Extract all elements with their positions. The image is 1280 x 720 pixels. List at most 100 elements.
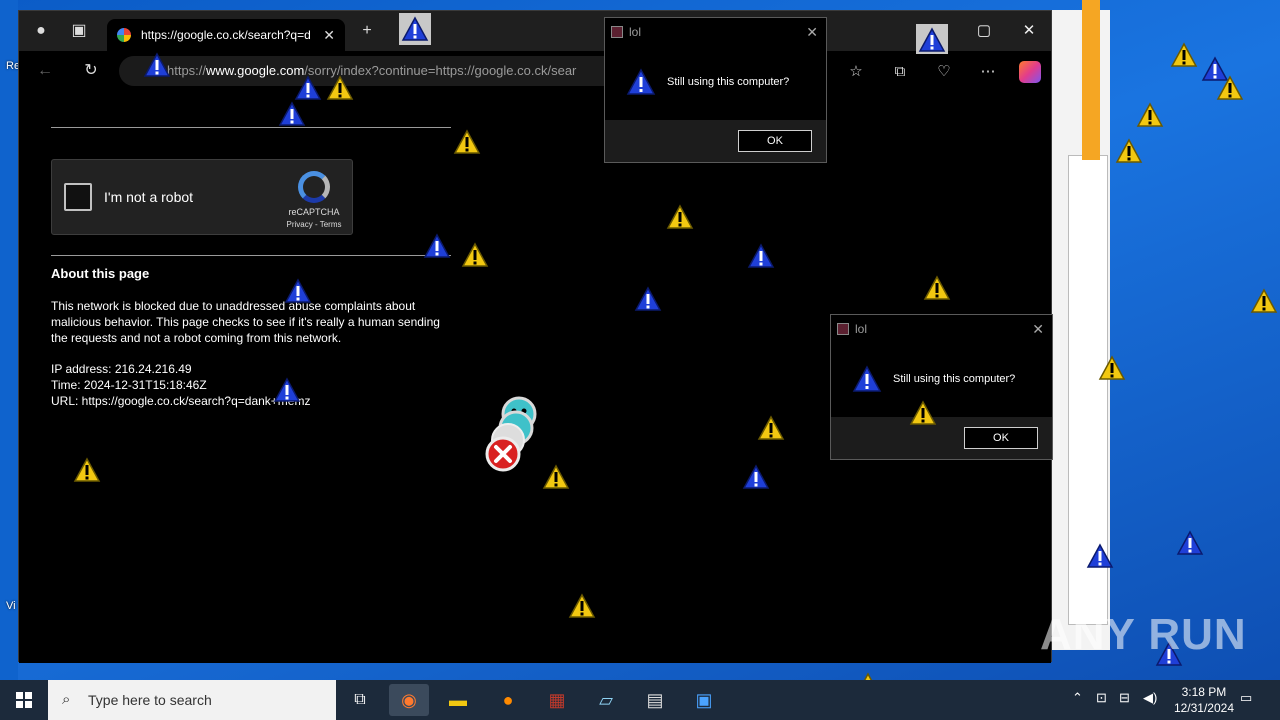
url-prefix: https://: [167, 63, 207, 78]
control-panel-icon[interactable]: ▤: [635, 684, 675, 716]
warning-icon: [1098, 355, 1126, 380]
copilot-icon[interactable]: C: [1019, 61, 1041, 83]
about-body: This network is blocked due to unaddress…: [51, 299, 440, 345]
recaptcha-widget: I'm not a robot reCAPTCHA Privacy - Term…: [51, 159, 353, 235]
winrar-icon[interactable]: ▦: [537, 684, 577, 716]
back-icon[interactable]: ←: [35, 61, 55, 81]
recaptcha-logo-icon: [298, 171, 330, 203]
recaptcha-brand: reCAPTCHA: [288, 207, 340, 217]
info-warning-icon: [747, 243, 775, 268]
tab-active[interactable]: https://google.co.ck/search?q=d ✕: [107, 19, 345, 51]
info-warning-icon: [284, 278, 312, 303]
tab-actions-icon[interactable]: ▣: [69, 21, 89, 41]
ip-address: IP address: 216.24.216.49: [51, 362, 192, 376]
info-warning-icon: [852, 365, 882, 392]
error-icon-cluster: [485, 396, 537, 472]
tray-chevron-up-icon[interactable]: ⌃: [1072, 690, 1083, 706]
warning-icon: [666, 204, 694, 229]
desktop-left-edge: [0, 0, 18, 680]
windows-start-icon[interactable]: [0, 680, 48, 720]
tab-title: https://google.co.ck/search?q=d: [141, 28, 311, 42]
info-warning-icon: [143, 52, 171, 77]
warning-icon: [923, 275, 951, 300]
maximize-button[interactable]: ▢: [964, 17, 1004, 45]
info-warning-icon: [401, 16, 429, 41]
info-warning-icon: [1176, 530, 1204, 555]
task-view-icon[interactable]: ⧉: [340, 684, 380, 716]
warning-icon: [542, 464, 570, 489]
file-explorer-icon[interactable]: ▬: [438, 684, 478, 716]
dialog-still-using-2: lol ✕ Still using this computer? OK: [830, 314, 1053, 460]
about-title: About this page: [51, 266, 150, 281]
browser-essentials-icon[interactable]: ♡: [933, 61, 955, 83]
ok-button[interactable]: OK: [964, 427, 1038, 449]
notifications-icon[interactable]: ▭: [1240, 690, 1252, 706]
google-favicon-icon: [117, 28, 131, 42]
info-warning-icon: [273, 377, 301, 402]
browser-toolbar: ← ↻ https://www.google.com/sorry/index?c…: [19, 51, 1051, 91]
info-warning-icon: [1086, 543, 1114, 568]
search-placeholder: Type here to search: [88, 692, 212, 708]
info-warning-icon: [278, 101, 306, 126]
warning-icon: [1115, 138, 1143, 163]
app-window-icon[interactable]: ▣: [684, 684, 724, 716]
profile-icon[interactable]: ●: [31, 21, 51, 41]
ok-button[interactable]: OK: [738, 130, 812, 152]
dialog-title: lol: [629, 25, 642, 39]
dialog-title: lol: [855, 322, 868, 336]
more-menu-icon[interactable]: ⋯: [977, 61, 999, 83]
desktop-icon-label-partial-2[interactable]: Vi: [6, 600, 16, 612]
notepad-icon[interactable]: ▱: [586, 684, 626, 716]
warning-icon: [326, 75, 354, 100]
warning-icon: [757, 415, 785, 440]
tab-close-icon[interactable]: ✕: [323, 27, 335, 44]
taskbar-search-box[interactable]: ⌕ Type here to search: [48, 680, 336, 720]
time-line: Time: 2024-12-31T15:18:46Z: [51, 378, 207, 392]
dialog-message: Still using this computer?: [893, 373, 1016, 385]
network-icon[interactable]: ⊟: [1119, 690, 1130, 706]
info-warning-icon: [294, 75, 322, 100]
recaptcha-checkbox[interactable]: [64, 183, 92, 211]
new-tab-icon[interactable]: +: [357, 21, 377, 41]
info-warning-icon: [634, 286, 662, 311]
url-host: www.google.com: [206, 63, 305, 78]
edge-taskbar-icon[interactable]: ◉: [389, 684, 429, 716]
dialog-close-icon[interactable]: ✕: [1032, 315, 1044, 343]
background-window-accent: [1082, 0, 1100, 160]
close-window-button[interactable]: ✕: [1009, 17, 1049, 45]
dialog-footer: OK: [831, 417, 1052, 459]
divider-top: [51, 127, 451, 128]
taskbar: ⌕ Type here to search ⧉ ◉ ▬ ● ▦ ▱ ▤ ▣ ⌃ …: [0, 680, 1280, 720]
url-line: URL: https://google.co.ck/search?q=dank+…: [51, 394, 311, 408]
address-bar[interactable]: https://www.google.com/sorry/index?conti…: [119, 56, 619, 86]
info-warning-icon: [742, 464, 770, 489]
info-warning-icon: [918, 27, 946, 52]
divider-middle: [51, 255, 451, 256]
warning-icon: [1136, 102, 1164, 127]
warning-icon: [453, 129, 481, 154]
dialog-close-icon[interactable]: ✕: [806, 18, 818, 46]
favorites-star-icon[interactable]: ☆: [845, 61, 867, 83]
watermark: ANY RUN: [1040, 610, 1247, 659]
dialog-footer: OK: [605, 120, 826, 162]
warning-icon: [1250, 288, 1278, 313]
recaptcha-label: I'm not a robot: [104, 189, 194, 205]
firefox-icon[interactable]: ●: [488, 684, 528, 716]
info-warning-icon: [423, 233, 451, 258]
clock-date: 12/31/2024: [1173, 701, 1234, 715]
collections-icon[interactable]: ⧉: [889, 61, 911, 83]
warning-icon: [1216, 75, 1244, 100]
info-warning-icon: [626, 68, 656, 95]
refresh-icon[interactable]: ↻: [81, 61, 101, 81]
dialog-message: Still using this computer?: [667, 76, 790, 88]
warning-icon: [909, 400, 937, 425]
clock[interactable]: 3:18 PM 12/31/2024: [1174, 684, 1234, 716]
warning-icon: [568, 593, 596, 618]
recaptcha-privacy-terms-link[interactable]: Privacy - Terms: [284, 220, 344, 229]
warning-icon: [1170, 42, 1198, 67]
browser-titlebar: ● ▣ https://google.co.ck/search?q=d ✕ + …: [19, 11, 1051, 51]
tray-device-icon[interactable]: ⊡: [1096, 690, 1107, 706]
volume-icon[interactable]: ◀): [1143, 690, 1157, 706]
clock-time: 3:18 PM: [1181, 685, 1227, 699]
warning-icon: [73, 457, 101, 482]
